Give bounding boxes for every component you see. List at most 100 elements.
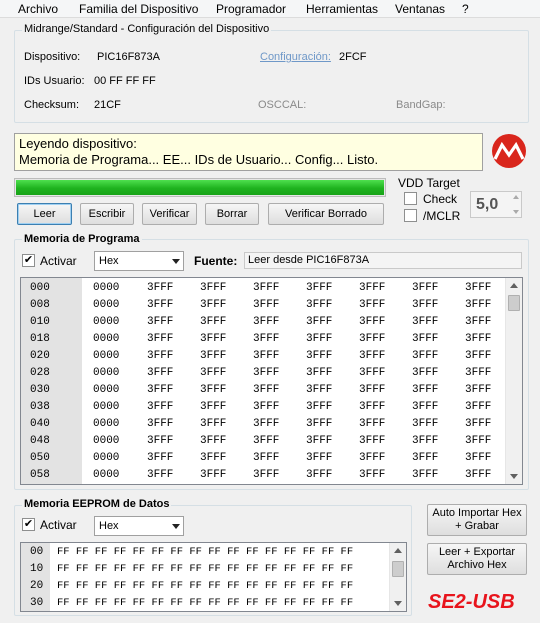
memory-cell[interactable]: 3FFF <box>306 433 332 450</box>
memory-cell[interactable]: 3FFF <box>306 280 332 297</box>
mclr-checkbox[interactable] <box>404 209 417 222</box>
memory-cell[interactable]: 3FFF <box>253 450 279 467</box>
spinner-up-icon[interactable] <box>513 195 519 199</box>
memory-cell[interactable]: 0000 <box>93 365 119 382</box>
memory-cell[interactable]: 3FFF <box>412 348 438 365</box>
memory-cell[interactable]: 3FFF <box>306 348 332 365</box>
memory-cell[interactable]: 3FFF <box>200 314 226 331</box>
memory-cell[interactable]: 0000 <box>93 297 119 314</box>
memory-cell[interactable]: 3FFF <box>147 433 173 450</box>
memory-cell[interactable]: 3FFF <box>359 331 385 348</box>
memory-cell[interactable]: 3FFF <box>359 382 385 399</box>
memory-cell[interactable]: 3FFF <box>253 331 279 348</box>
memory-cell[interactable]: 3FFF <box>412 399 438 416</box>
eeprom-data-line[interactable]: FF FF FF FF FF FF FF FF FF FF FF FF FF F… <box>57 561 353 578</box>
memory-cell[interactable]: 3FFF <box>253 314 279 331</box>
vdd-check-checkbox[interactable] <box>404 192 417 205</box>
scroll-thumb[interactable] <box>508 295 520 311</box>
eeprom-data-line[interactable]: FF FF FF FF FF FF FF FF FF FF FF FF FF F… <box>57 578 353 595</box>
memory-cell[interactable]: 3FFF <box>359 297 385 314</box>
memory-cell[interactable]: 3FFF <box>359 416 385 433</box>
auto-import-hex-button[interactable]: Auto Importar Hex + Grabar <box>427 504 527 536</box>
memory-cell[interactable]: 3FFF <box>200 433 226 450</box>
memory-cell[interactable]: 3FFF <box>147 416 173 433</box>
memory-cell[interactable]: 0000 <box>93 382 119 399</box>
menu-herramientas[interactable]: Herramientas <box>306 2 378 16</box>
memory-cell[interactable]: 3FFF <box>147 382 173 399</box>
memory-cell[interactable]: 3FFF <box>412 280 438 297</box>
memory-cell[interactable]: 3FFF <box>412 331 438 348</box>
blank-check-button[interactable]: Verificar Borrado <box>268 203 384 225</box>
memory-cell[interactable]: 3FFF <box>359 314 385 331</box>
memory-cell[interactable]: 3FFF <box>359 280 385 297</box>
memory-cell[interactable]: 3FFF <box>147 365 173 382</box>
memory-cell[interactable]: 3FFF <box>200 399 226 416</box>
memory-cell[interactable]: 0000 <box>93 399 119 416</box>
menu-ventanas[interactable]: Ventanas <box>395 2 445 16</box>
program-memory-scrollbar[interactable] <box>505 278 522 484</box>
memory-cell[interactable]: 3FFF <box>147 450 173 467</box>
eeprom-enable-checkbox[interactable]: ✔ <box>22 518 35 531</box>
memory-cell[interactable]: 3FFF <box>253 416 279 433</box>
write-button[interactable]: Escribir <box>80 203 134 225</box>
memory-cell[interactable]: 3FFF <box>200 280 226 297</box>
memory-cell[interactable]: 3FFF <box>359 433 385 450</box>
memory-cell[interactable]: 3FFF <box>147 467 173 484</box>
memory-cell[interactable]: 3FFF <box>359 348 385 365</box>
scroll-thumb[interactable] <box>392 561 404 577</box>
eeprom-data-line[interactable]: FF FF FF FF FF FF FF FF FF FF FF FF FF F… <box>57 595 353 612</box>
memory-cell[interactable]: 3FFF <box>306 399 332 416</box>
scroll-down-icon[interactable] <box>394 601 402 606</box>
memory-cell[interactable]: 3FFF <box>465 450 491 467</box>
memory-cell[interactable]: 3FFF <box>306 467 332 484</box>
scroll-down-icon[interactable] <box>510 474 518 479</box>
memory-cell[interactable]: 3FFF <box>147 331 173 348</box>
menu-programador[interactable]: Programador <box>216 2 286 16</box>
memory-cell[interactable]: 0000 <box>93 348 119 365</box>
memory-cell[interactable]: 3FFF <box>306 331 332 348</box>
memory-cell[interactable]: 3FFF <box>412 450 438 467</box>
verify-button[interactable]: Verificar <box>142 203 197 225</box>
memory-cell[interactable]: 3FFF <box>200 382 226 399</box>
memory-cell[interactable]: 3FFF <box>412 365 438 382</box>
memory-cell[interactable]: 3FFF <box>412 433 438 450</box>
memory-cell[interactable]: 3FFF <box>253 348 279 365</box>
memory-cell[interactable]: 3FFF <box>465 314 491 331</box>
memory-cell[interactable]: 3FFF <box>253 467 279 484</box>
memory-cell[interactable]: 3FFF <box>200 331 226 348</box>
memory-cell[interactable]: 3FFF <box>253 382 279 399</box>
spinner-down-icon[interactable] <box>513 210 519 214</box>
memory-cell[interactable]: 3FFF <box>465 433 491 450</box>
program-memory-format-select[interactable]: Hex <box>94 251 184 271</box>
memory-cell[interactable]: 3FFF <box>412 314 438 331</box>
memory-cell[interactable]: 3FFF <box>359 467 385 484</box>
memory-cell[interactable]: 0000 <box>93 314 119 331</box>
memory-cell[interactable]: 3FFF <box>465 382 491 399</box>
eeprom-data-line[interactable]: FF FF FF FF FF FF FF FF FF FF FF FF FF F… <box>57 544 353 561</box>
memory-cell[interactable]: 3FFF <box>412 382 438 399</box>
menu-archivo[interactable]: Archivo <box>18 2 58 16</box>
memory-cell[interactable]: 0000 <box>93 331 119 348</box>
memory-cell[interactable]: 3FFF <box>306 365 332 382</box>
memory-cell[interactable]: 3FFF <box>200 450 226 467</box>
menu-help[interactable]: ? <box>462 2 469 16</box>
memory-cell[interactable]: 3FFF <box>412 297 438 314</box>
memory-cell[interactable]: 3FFF <box>465 348 491 365</box>
memory-cell[interactable]: 3FFF <box>306 297 332 314</box>
vdd-voltage-spinner[interactable]: 5,0 <box>470 191 522 218</box>
erase-button[interactable]: Borrar <box>205 203 259 225</box>
memory-cell[interactable]: 3FFF <box>147 297 173 314</box>
memory-cell[interactable]: 3FFF <box>200 467 226 484</box>
memory-cell[interactable]: 3FFF <box>412 416 438 433</box>
memory-cell[interactable]: 3FFF <box>306 382 332 399</box>
memory-cell[interactable]: 3FFF <box>306 450 332 467</box>
memory-cell[interactable]: 3FFF <box>465 280 491 297</box>
memory-cell[interactable]: 3FFF <box>306 314 332 331</box>
memory-cell[interactable]: 3FFF <box>147 314 173 331</box>
memory-cell[interactable]: 3FFF <box>147 280 173 297</box>
memory-cell[interactable]: 3FFF <box>253 399 279 416</box>
memory-cell[interactable]: 3FFF <box>465 467 491 484</box>
memory-cell[interactable]: 3FFF <box>147 399 173 416</box>
memory-cell[interactable]: 3FFF <box>253 280 279 297</box>
memory-cell[interactable]: 3FFF <box>147 348 173 365</box>
